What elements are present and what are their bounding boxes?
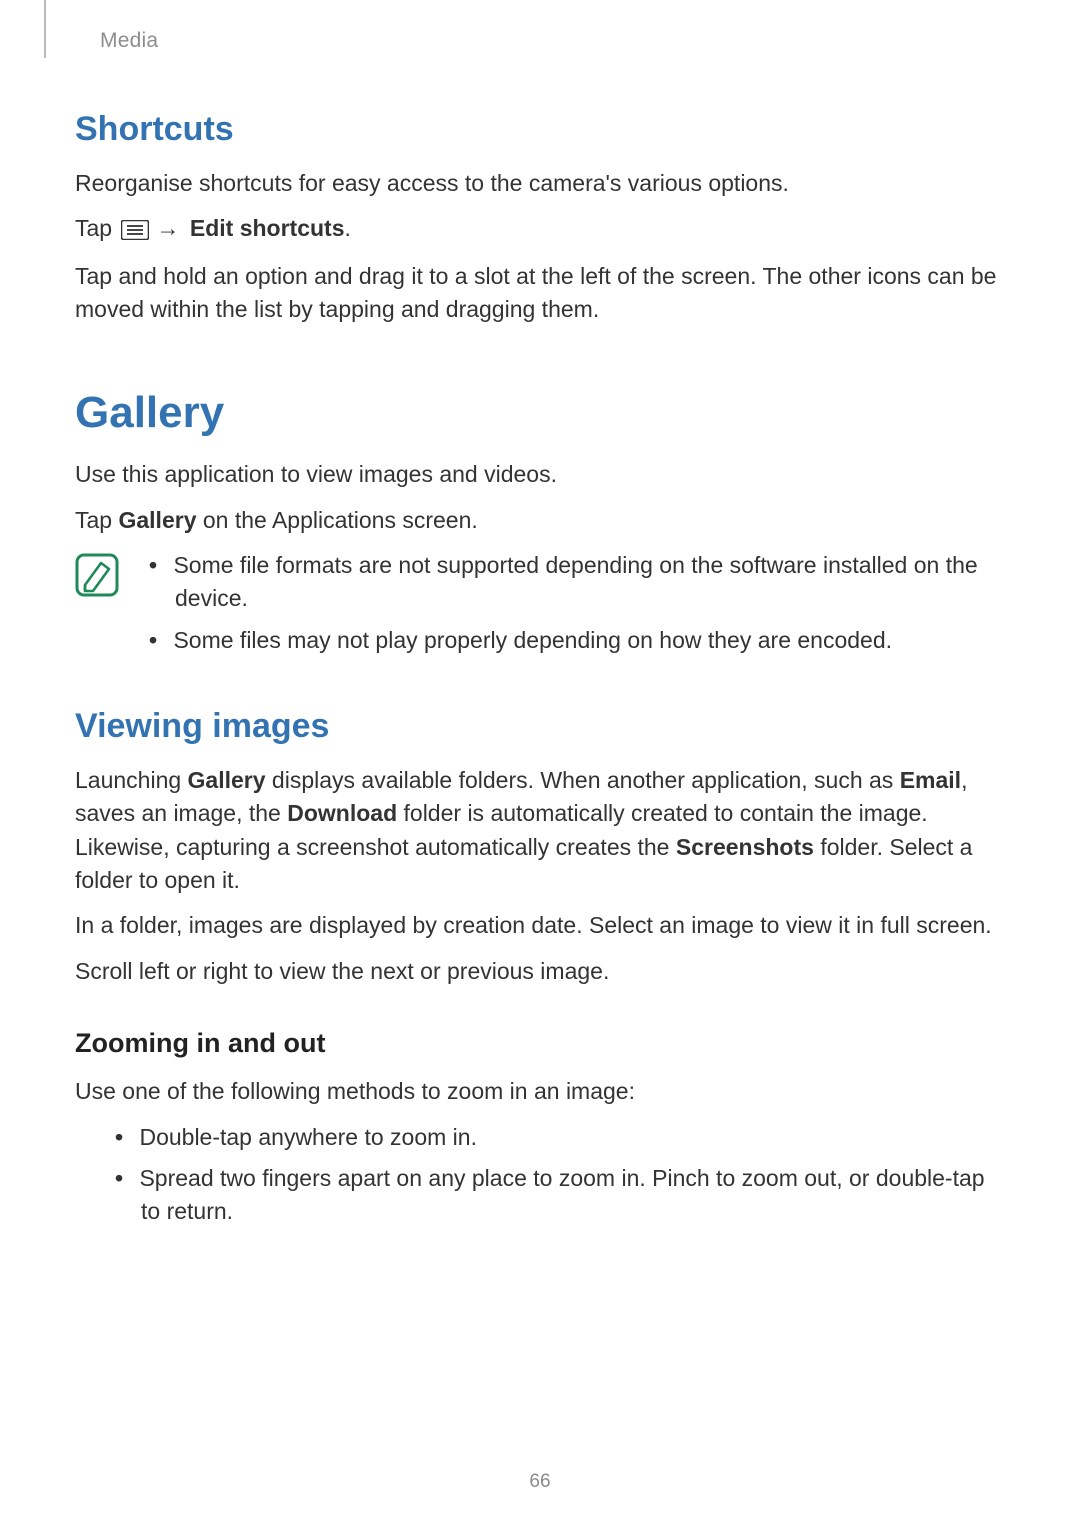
text-part: Launching [75, 767, 188, 793]
period: . [345, 215, 351, 241]
shortcuts-drag-text: Tap and hold an option and drag it to a … [75, 260, 1005, 327]
text-part: displays available folders. When another… [266, 767, 900, 793]
header-divider [44, 0, 46, 58]
note-item: Some files may not play properly dependi… [149, 624, 1005, 657]
note-list: Some file formats are not supported depe… [149, 549, 1005, 665]
viewing-para3: Scroll left or right to view the next or… [75, 955, 1005, 988]
note-item: Some file formats are not supported depe… [149, 549, 1005, 616]
zoom-bullets: Double-tap anywhere to zoom in. Spread t… [115, 1121, 1005, 1229]
download-bold: Download [287, 800, 397, 826]
gallery-bold: Gallery [188, 767, 266, 793]
shortcuts-heading: Shortcuts [75, 110, 1005, 149]
page-header: Media [75, 35, 1005, 55]
page-container: Media Shortcuts Reorganise shortcuts for… [0, 0, 1080, 1527]
menu-icon [121, 216, 149, 249]
note-icon [75, 553, 119, 602]
shortcuts-intro: Reorganise shortcuts for easy access to … [75, 167, 1005, 200]
arrow-icon: → [156, 212, 179, 245]
zoom-heading: Zooming in and out [75, 1028, 1005, 1059]
shortcuts-tap-line: Tap → Edit shortcuts. [75, 212, 1005, 249]
tap-prefix: Tap [75, 507, 118, 533]
screenshots-bold: Screenshots [676, 834, 814, 860]
gallery-intro: Use this application to view images and … [75, 458, 1005, 491]
page-number: 66 [0, 1471, 1080, 1493]
section-breadcrumb: Media [100, 29, 158, 53]
zoom-bullet-item: Double-tap anywhere to zoom in. [115, 1121, 1005, 1154]
email-bold: Email [900, 767, 961, 793]
zoom-bullet-item: Spread two fingers apart on any place to… [115, 1162, 1005, 1229]
gallery-bold: Gallery [118, 507, 196, 533]
viewing-para2: In a folder, images are displayed by cre… [75, 909, 1005, 942]
tap-prefix: Tap [75, 215, 118, 241]
note-block: Some file formats are not supported depe… [75, 549, 1005, 665]
gallery-tap-line: Tap Gallery on the Applications screen. [75, 504, 1005, 537]
tap-suffix: on the Applications screen. [196, 507, 477, 533]
gallery-heading: Gallery [75, 388, 1005, 438]
edit-shortcuts-label: Edit shortcuts [190, 215, 345, 241]
viewing-para1: Launching Gallery displays available fol… [75, 764, 1005, 897]
zoom-intro: Use one of the following methods to zoom… [75, 1075, 1005, 1108]
viewing-heading: Viewing images [75, 707, 1005, 746]
